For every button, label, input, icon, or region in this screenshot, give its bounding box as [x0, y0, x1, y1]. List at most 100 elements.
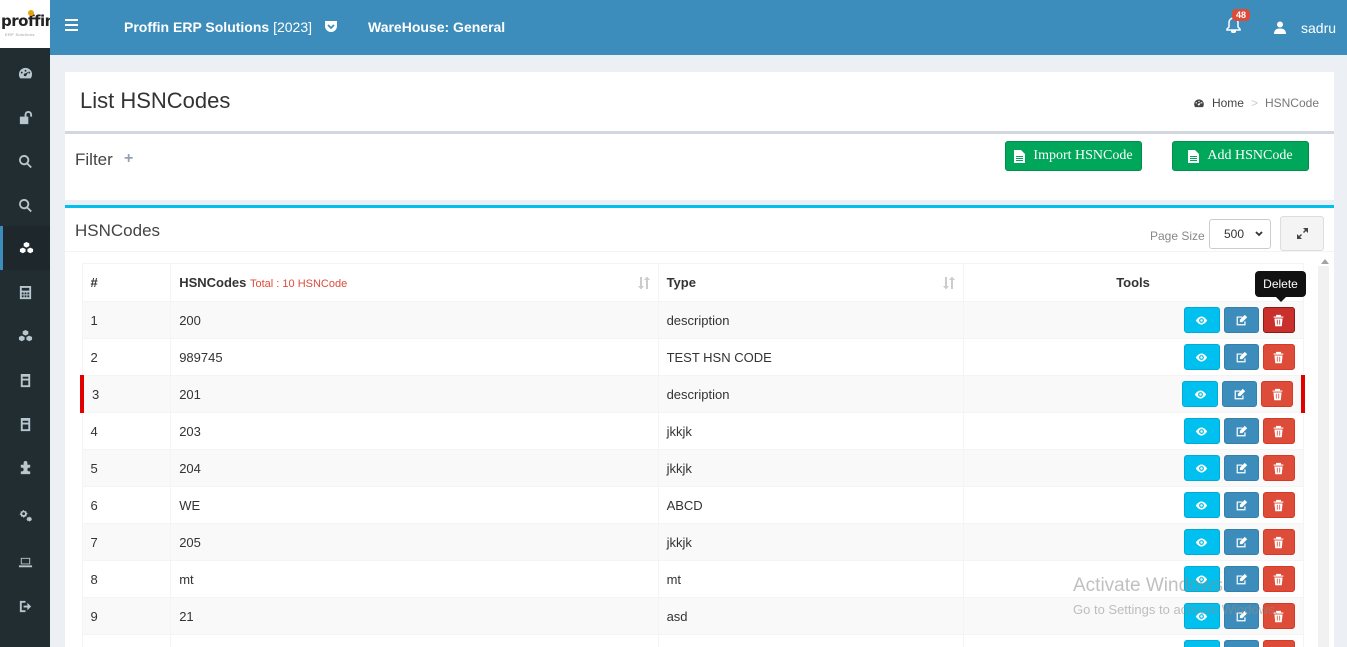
column-header-type[interactable]: Type — [657, 263, 964, 302]
table-row[interactable]: 5 204 jkkjk — [81, 449, 1304, 487]
delete-button[interactable] — [1262, 603, 1295, 629]
sidebar-item-book-1[interactable] — [0, 358, 50, 402]
user-icon[interactable] — [1274, 21, 1286, 34]
row-hsncode: 989745 — [170, 338, 659, 376]
trash-icon — [1273, 425, 1284, 437]
edit-icon — [1236, 425, 1247, 436]
dashboard-icon — [1194, 98, 1204, 107]
fullscreen-button[interactable] — [1280, 216, 1324, 251]
sidebar-item-plugins[interactable] — [0, 446, 50, 490]
add-hsncode-button[interactable]: Add HSNCode — [1172, 141, 1309, 171]
table-row[interactable]: 1021212121asd — [81, 634, 1304, 647]
unlock-icon — [19, 110, 32, 124]
scroll-up-arrow-icon[interactable] — [1321, 258, 1329, 264]
edit-button[interactable] — [1223, 455, 1259, 481]
table-row[interactable]: 6 WE ABCD — [81, 486, 1304, 524]
eye-icon — [1195, 537, 1208, 547]
row-tools — [962, 560, 1304, 598]
page-size-select[interactable]: 500 — [1209, 219, 1271, 249]
view-button[interactable] — [1183, 344, 1220, 370]
warehouse-label[interactable]: WareHouse: General — [368, 19, 505, 35]
edit-button[interactable] — [1223, 344, 1259, 370]
delete-button[interactable] — [1262, 529, 1295, 555]
view-button[interactable] — [1183, 492, 1220, 518]
eye-icon — [1195, 426, 1208, 436]
gears-icon — [18, 509, 32, 522]
table-row[interactable]: 8 mt mt — [81, 560, 1304, 598]
edit-button[interactable] — [1223, 603, 1259, 629]
sidebar-item-dashboard[interactable] — [0, 51, 50, 95]
table-row[interactable]: 2 989745 TEST HSN CODE — [81, 338, 1304, 376]
row-tools — [962, 486, 1304, 524]
sidebar-item-hsncodes[interactable] — [0, 226, 50, 270]
company-label: Proffin ERP Solutions — [124, 19, 270, 35]
sort-icon[interactable] — [942, 276, 955, 290]
total-count: Total : 10 HSNCode — [250, 278, 348, 290]
table-row[interactable]: 9 21 asd — [81, 597, 1304, 635]
sidebar-item-book-2[interactable] — [0, 402, 50, 446]
sidebar-item-unlock[interactable] — [0, 95, 50, 139]
trash-icon — [1272, 388, 1282, 400]
scrollbar[interactable] — [1318, 266, 1329, 647]
view-button[interactable] — [1183, 529, 1220, 555]
delete-button[interactable] — [1262, 455, 1295, 481]
delete-button[interactable] — [1262, 492, 1295, 518]
sidebar-item-search-1[interactable] — [0, 139, 50, 183]
view-button[interactable] — [1183, 455, 1220, 481]
eye-icon — [1195, 574, 1208, 584]
table-row[interactable]: 1 200 description — [81, 301, 1304, 339]
page-header-box: List HSNCodes Home > HSNCode — [65, 72, 1334, 134]
edit-button[interactable] — [1223, 640, 1259, 647]
username[interactable]: sadru — [1301, 20, 1336, 36]
filter-title[interactable]: Filter — [75, 150, 113, 170]
view-button[interactable] — [1183, 418, 1220, 444]
sidebar-item-calculator[interactable] — [0, 270, 50, 314]
edit-button[interactable] — [1222, 381, 1257, 407]
sort-icon[interactable] — [637, 276, 650, 290]
logo[interactable]: proffin ERP Solutions — [0, 0, 50, 48]
row-type: TEST HSN CODE — [657, 338, 964, 376]
delete-button[interactable] — [1262, 307, 1295, 333]
edit-icon — [1236, 499, 1247, 510]
delete-button[interactable] — [1261, 381, 1293, 407]
sidebar-item-desktop[interactable] — [0, 540, 50, 584]
table-row[interactable]: 4 203 jkkjk — [81, 412, 1304, 450]
expand-icon — [1296, 228, 1308, 239]
view-button[interactable] — [1183, 603, 1220, 629]
delete-button[interactable] — [1262, 640, 1295, 647]
table-row[interactable]: 7 205 jkkjk — [81, 523, 1304, 561]
row-hsncode: 201 — [170, 375, 659, 413]
delete-button[interactable] — [1262, 344, 1295, 370]
import-hsncode-button[interactable]: Import HSNCode — [1005, 141, 1142, 171]
eye-icon — [1195, 500, 1208, 510]
column-header-hsncodes-label: HSNCodes — [179, 275, 247, 290]
delete-button[interactable] — [1262, 566, 1295, 592]
sidebar-item-search-2[interactable] — [0, 183, 50, 227]
column-header-hsncodes[interactable]: HSNCodes Total : 10 HSNCode — [170, 263, 659, 302]
sidebar-item-products[interactable] — [0, 314, 50, 358]
page-size-label: Page Size — [1150, 229, 1205, 243]
view-button[interactable] — [1182, 381, 1218, 407]
edit-button[interactable] — [1223, 307, 1259, 333]
trash-icon — [1273, 536, 1284, 548]
view-button[interactable] — [1183, 640, 1220, 647]
edit-button[interactable] — [1223, 529, 1259, 555]
filter-expand-icon[interactable]: + — [124, 150, 133, 168]
sidebar-item-logout[interactable] — [0, 584, 50, 628]
view-button[interactable] — [1183, 566, 1220, 592]
pocket-icon[interactable] — [324, 20, 338, 33]
delete-button[interactable] — [1262, 418, 1295, 444]
row-type: jkkjk — [657, 449, 964, 487]
sidebar-item-settings[interactable] — [0, 493, 50, 537]
edit-button[interactable] — [1223, 418, 1259, 444]
view-button[interactable] — [1183, 307, 1220, 333]
hamburger-menu-icon[interactable] — [65, 19, 78, 31]
row-number: 7 — [81, 523, 172, 561]
table-row[interactable]: 3 201 description — [80, 375, 1305, 413]
column-header-tools: Tools — [962, 263, 1304, 302]
row-tools — [962, 523, 1304, 561]
edit-button[interactable] — [1223, 566, 1259, 592]
edit-button[interactable] — [1223, 492, 1259, 518]
breadcrumb-home[interactable]: Home — [1212, 96, 1244, 110]
row-tools — [962, 338, 1304, 376]
